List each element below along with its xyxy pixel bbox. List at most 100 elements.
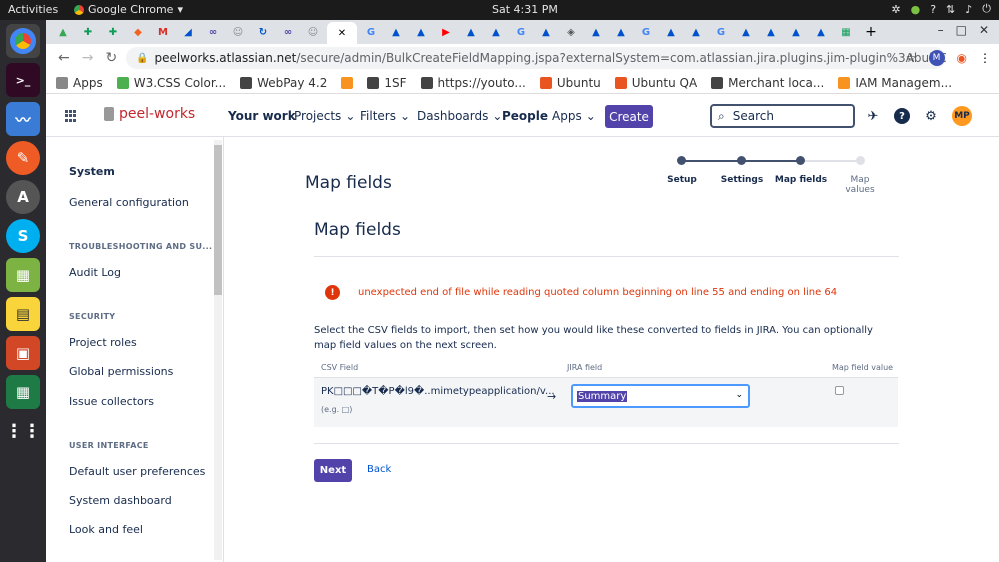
user-avatar[interactable]: MP	[952, 106, 972, 126]
settings-gear-icon[interactable]: ⚙	[922, 107, 940, 125]
nav-projects[interactable]: Projects ⌄	[294, 109, 355, 123]
notes-icon[interactable]: ▤	[6, 297, 40, 331]
volume-icon[interactable]: ♪	[965, 3, 972, 16]
tab-link[interactable]: ∞	[202, 22, 224, 42]
next-button[interactable]: Next	[314, 459, 352, 482]
bookmark-item[interactable]: Ubuntu	[539, 76, 601, 90]
site-logo[interactable]: peel-works	[104, 106, 195, 122]
tab-active[interactable]: ✕	[327, 22, 357, 44]
tab-atlassian-13[interactable]: ▲	[810, 22, 832, 42]
update-icon[interactable]: ●	[911, 3, 921, 16]
jira-field-select[interactable]: Summary ⌄	[571, 384, 750, 408]
tab-atlassian-5[interactable]: ▲	[535, 22, 557, 42]
sidebar-item-system[interactable]: System	[69, 165, 115, 178]
bookmark-item[interactable]: IAM Managem...	[838, 76, 952, 90]
app-switcher-icon[interactable]	[65, 110, 77, 122]
sidebar-item-general-configuration[interactable]: General configuration	[69, 196, 189, 209]
tab-atlassian-3[interactable]: ▲	[460, 22, 482, 42]
tab-sheet-2[interactable]: ✚	[102, 22, 124, 42]
map-field-value-checkbox[interactable]	[835, 386, 844, 395]
maximize-icon[interactable]: □	[956, 23, 967, 37]
bookmark-item[interactable]	[341, 76, 354, 89]
tab-atlassian-12[interactable]: ▲	[785, 22, 807, 42]
search-input[interactable]: ⌕ Search	[710, 104, 855, 128]
tab-jira[interactable]: ◢	[177, 22, 199, 42]
image-viewer-icon[interactable]: ▦	[6, 258, 40, 292]
sidebar-item-audit-log[interactable]: Audit Log	[69, 266, 121, 279]
new-tab-button[interactable]: +	[860, 22, 882, 42]
back-arrow-icon[interactable]: ←	[58, 50, 70, 66]
sidebar-item-project-roles[interactable]: Project roles	[69, 336, 137, 349]
reload-icon[interactable]: ↻	[105, 50, 117, 66]
tab-google-2[interactable]: G	[510, 22, 532, 42]
tab-google-3[interactable]: G	[635, 22, 657, 42]
bookmark-item[interactable]: W3.CSS Color...	[116, 76, 226, 90]
sidebar-scrollbar[interactable]	[214, 140, 222, 560]
sidebar-item-issue-collectors[interactable]: Issue collectors	[69, 395, 154, 408]
tab-link-2[interactable]: ∞	[277, 22, 299, 42]
presentation-icon[interactable]: ▣	[6, 336, 40, 370]
notifications-icon[interactable]: ✈	[864, 107, 882, 125]
network-icon[interactable]: ⇅	[946, 3, 955, 16]
app-menu[interactable]: Google Chrome ▾	[74, 3, 183, 16]
star-icon[interactable]: ☆	[906, 51, 917, 65]
chrome-icon[interactable]	[6, 24, 40, 58]
terminal-icon[interactable]: >_	[6, 63, 40, 97]
bookmark-item[interactable]: Apps	[56, 76, 103, 90]
sidebar-item-global-permissions[interactable]: Global permissions	[69, 365, 173, 378]
tab-compass[interactable]: ◈	[560, 22, 582, 42]
system-monitor-icon[interactable]: 〰	[6, 102, 40, 136]
clock[interactable]: Sat 4:31 PM	[492, 3, 558, 16]
extension-icon[interactable]: ◉	[957, 51, 967, 65]
accessibility-icon[interactable]: ✲	[891, 3, 900, 16]
create-button[interactable]: Create	[605, 105, 653, 128]
nav-your-work[interactable]: Your work	[228, 109, 296, 123]
forward-arrow-icon[interactable]: →	[82, 50, 94, 66]
postman-icon[interactable]: ✎	[6, 141, 40, 175]
tab-google-4[interactable]: G	[710, 22, 732, 42]
tab-atlassian[interactable]: ▲	[385, 22, 407, 42]
sidebar-item-look-and-feel[interactable]: Look and feel	[69, 523, 143, 536]
activities-button[interactable]: Activities	[8, 3, 58, 16]
tab-sheet-3[interactable]: ▦	[835, 22, 857, 42]
tab-atlassian-7[interactable]: ▲	[610, 22, 632, 42]
tab-atlassian-10[interactable]: ▲	[735, 22, 757, 42]
tab-person-2[interactable]: ☺	[302, 22, 324, 42]
nav-dashboards[interactable]: Dashboards ⌄	[417, 109, 502, 123]
tab-drive[interactable]: ▲	[52, 22, 74, 42]
address-bar[interactable]: 🔒 peelworks.atlassian.net /secure/admin/…	[126, 47, 946, 69]
tab-atlassian-11[interactable]: ▲	[760, 22, 782, 42]
nav-filters[interactable]: Filters ⌄	[360, 109, 410, 123]
sidebar-item-system-dashboard[interactable]: System dashboard	[69, 494, 172, 507]
minimize-icon[interactable]: –	[938, 23, 944, 37]
tab-youtube[interactable]: ▶	[435, 22, 457, 42]
tab-magento[interactable]: ◆	[127, 22, 149, 42]
nav-people[interactable]: People	[502, 109, 548, 123]
bookmark-item[interactable]: 1SF	[367, 76, 407, 90]
tab-atlassian-6[interactable]: ▲	[585, 22, 607, 42]
tab-google[interactable]: G	[360, 22, 382, 42]
spreadsheet-icon[interactable]: ▦	[6, 375, 40, 409]
show-apps-icon[interactable]: ⋮⋮	[5, 414, 41, 448]
system-tray[interactable]: ✲ ● ? ⇅ ♪ ⏻	[891, 2, 991, 16]
profile-avatar[interactable]: M	[928, 50, 945, 66]
bookmark-item[interactable]: https://youto...	[420, 76, 526, 90]
scrollbar-thumb[interactable]	[214, 145, 222, 295]
close-window-icon[interactable]: ✕	[979, 23, 989, 37]
sidebar-item-default-user-preferences[interactable]: Default user preferences	[69, 465, 205, 478]
tab-atlassian-4[interactable]: ▲	[485, 22, 507, 42]
tab-gmail[interactable]: M	[152, 22, 174, 42]
skype-icon[interactable]: S	[6, 219, 40, 253]
bookmark-item[interactable]: WebPay 4.2	[240, 76, 327, 90]
tab-sheet[interactable]: ✚	[77, 22, 99, 42]
nav-apps[interactable]: Apps ⌄	[552, 109, 596, 123]
power-icon[interactable]: ⏻	[982, 2, 991, 16]
tab-person[interactable]: ☺	[227, 22, 249, 42]
back-link[interactable]: Back	[367, 464, 391, 475]
help-icon[interactable]: ?	[894, 108, 910, 124]
bookmark-item[interactable]: Ubuntu QA	[614, 76, 697, 90]
tab-atlassian-2[interactable]: ▲	[410, 22, 432, 42]
menu-dots-icon[interactable]: ⋮	[979, 51, 991, 65]
software-updater-icon[interactable]: A	[6, 180, 40, 214]
tab-atlassian-8[interactable]: ▲	[660, 22, 682, 42]
